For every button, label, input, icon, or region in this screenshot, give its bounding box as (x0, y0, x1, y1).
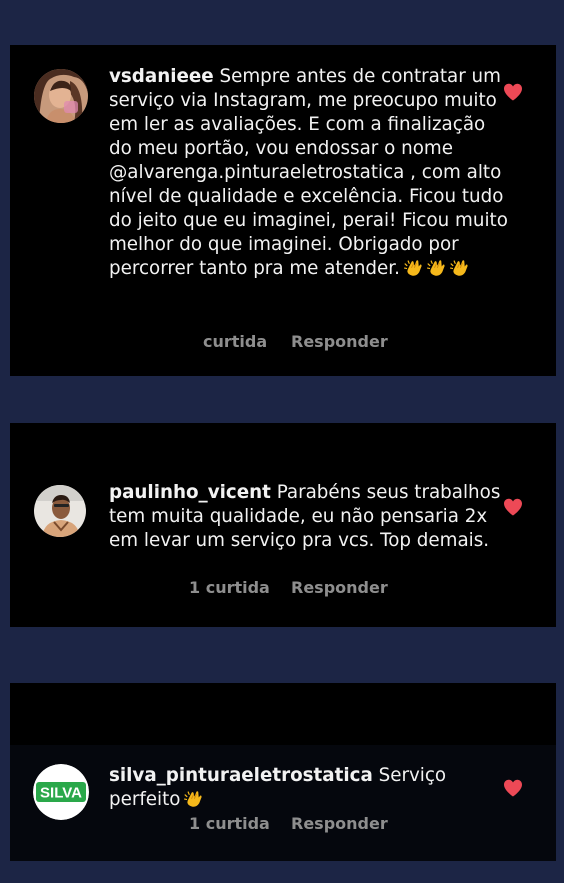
comment-text: vsdanieee Sempre antes de contratar um s… (109, 65, 509, 281)
username[interactable]: silva_pinturaeletrostatica (109, 765, 373, 786)
clapping-hands-icon (450, 258, 469, 277)
comment-card: SILVA silva_pinturaeletrostatica Serviço… (10, 683, 556, 861)
username[interactable]: vsdanieee (109, 66, 214, 87)
reply-button[interactable]: Responder (291, 332, 388, 351)
avatar[interactable] (34, 69, 88, 123)
comment-card: vsdanieee Sempre antes de contratar um s… (10, 45, 556, 376)
reply-button[interactable]: Responder (291, 814, 388, 833)
heart-icon[interactable] (503, 83, 523, 101)
username[interactable]: paulinho_vicent (109, 482, 271, 503)
card-divider (10, 683, 556, 745)
comment-text: paulinho_vicent Parabéns seus trabalhos … (109, 481, 509, 553)
heart-icon[interactable] (503, 498, 523, 516)
heart-icon[interactable] (503, 779, 523, 797)
comment-text: silva_pinturaeletrostatica Serviço perfe… (109, 764, 509, 812)
clapping-hands-icon (184, 789, 203, 808)
comment-body: Sempre antes de contratar um serviço via… (109, 66, 508, 279)
clapping-hands-icon (404, 258, 423, 277)
comment-card: paulinho_vicent Parabéns seus trabalhos … (10, 423, 556, 627)
svg-text:SILVA: SILVA (40, 785, 82, 802)
likes-count[interactable]: curtida (203, 332, 267, 351)
likes-count[interactable]: 1 curtida (189, 578, 270, 597)
likes-count[interactable]: 1 curtida (189, 814, 270, 833)
silva-logo: SILVA (33, 764, 89, 820)
reply-button[interactable]: Responder (291, 578, 388, 597)
avatar[interactable]: SILVA (33, 764, 89, 820)
avatar[interactable] (34, 485, 86, 537)
clapping-hands-icon (427, 258, 446, 277)
